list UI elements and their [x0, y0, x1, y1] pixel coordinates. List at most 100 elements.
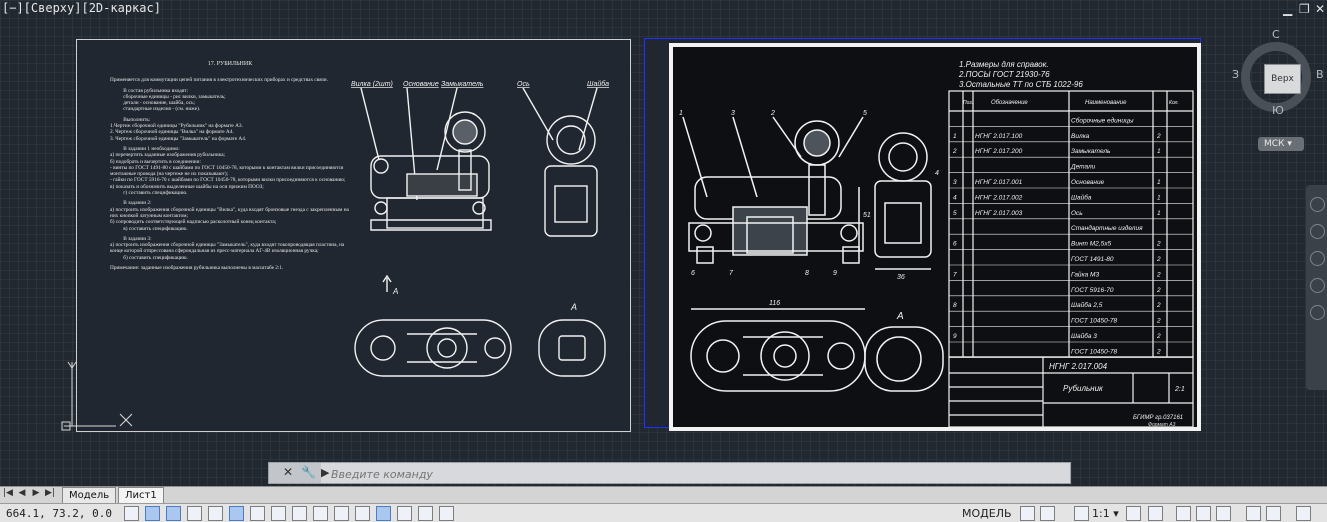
task-text-block: 17. РУБИЛЬНИК Применяется для коммутации… [110, 61, 350, 275]
quick-properties-icon[interactable] [376, 506, 391, 521]
orbit-icon[interactable] [1310, 278, 1325, 293]
selection-cycling-icon[interactable] [397, 506, 412, 521]
assembly-sheet[interactable]: 1.Размеры для справок. 2.ПОСЫ ГОСТ 21930… [644, 38, 1201, 431]
viewcube-top-face[interactable]: Верх [1264, 64, 1301, 94]
close-command-line-icon[interactable]: ✕ [283, 465, 293, 479]
annotation-visibility-icon[interactable] [1074, 506, 1089, 521]
annotation-autoscale-icon[interactable] [1126, 506, 1141, 521]
infer-constraints-icon[interactable] [124, 506, 139, 521]
transparency-icon[interactable] [355, 506, 370, 521]
spec-header-designation: Обозначение [991, 100, 1028, 106]
doc-org: БГИМР гр.037161 [1133, 415, 1183, 421]
spec-cell: 1 [1157, 194, 1161, 201]
snap-mode-icon[interactable] [145, 506, 160, 521]
spec-cell: 5 [953, 210, 957, 217]
spec-cell: 2 [1156, 241, 1161, 248]
dynamic-ucs-icon[interactable] [292, 506, 307, 521]
tab-model[interactable]: Модель [62, 487, 117, 503]
wcs-menu[interactable]: МСК ▾ [1258, 137, 1304, 151]
task-paragraph: В задании 2: а) построить изображения сб… [110, 200, 349, 232]
minimize-viewport-button[interactable]: ▁ [1283, 2, 1292, 16]
command-line[interactable]: ✕ 🔧 ▶ [268, 462, 1071, 484]
model-space-toggle[interactable]: МОДЕЛЬ [962, 507, 1012, 520]
command-input[interactable] [329, 464, 1068, 484]
customize-wrench-icon[interactable]: 🔧 [301, 465, 316, 479]
spec-cell: Винт М2,5х5 [1071, 241, 1111, 248]
callout-shaiba: Шайба [587, 80, 609, 88]
spec-cell: Шайба [1071, 193, 1092, 201]
pos-8: 8 [805, 270, 809, 277]
wcs-label: МСК [1264, 139, 1285, 149]
compass-west-label[interactable]: З [1232, 68, 1239, 81]
spec-cell: 9 [953, 333, 957, 340]
prev-tab-icon[interactable]: ◀ [16, 488, 28, 498]
callout-osnovanie: Основание [403, 81, 439, 88]
spec-cell: 4 [953, 194, 957, 201]
viewport-controls-label[interactable]: [−][Сверху][2D-каркас] [2, 1, 161, 15]
clean-screen-icon[interactable] [1296, 506, 1311, 521]
tab-sheet1[interactable]: Лист1 [118, 487, 164, 503]
customization-icon[interactable] [439, 506, 454, 521]
spec-cell: 2 [1156, 133, 1161, 140]
dynamic-input-icon[interactable] [313, 506, 328, 521]
3d-object-snap-icon[interactable] [250, 506, 265, 521]
object-snap-tracking-icon[interactable] [271, 506, 286, 521]
task-paragraph: Выполнить: 1.Чертеж сборочной единицы "Р… [110, 116, 247, 142]
showmotion-icon[interactable] [1310, 305, 1325, 320]
spec-header-pos: Поз. [963, 100, 973, 106]
polar-tracking-icon[interactable] [208, 506, 223, 521]
lock-ui-icon[interactable] [1196, 506, 1211, 521]
doc-name: Рубильник [1063, 384, 1104, 393]
spec-cell: Шайба 2,5 [1071, 301, 1103, 309]
view-a-label: A [570, 302, 577, 312]
viewcube[interactable]: Верх С Ю З В [1232, 28, 1324, 122]
format-label: Формат А3 [1148, 422, 1176, 428]
spec-cell: 2 [1156, 302, 1161, 309]
object-snap-icon[interactable] [229, 506, 244, 521]
workspace-switch-icon[interactable] [1148, 506, 1163, 521]
pos-2: 2 [770, 110, 775, 117]
lightbulb-icon[interactable] [1266, 506, 1281, 521]
spec-cell: 1 [1157, 210, 1161, 217]
callout-zamykatel: Замыкатель [441, 81, 484, 88]
dim-width: 116 [769, 300, 780, 307]
task-sheet[interactable]: 17. РУБИЛЬНИК Применяется для коммутации… [76, 39, 631, 432]
restore-viewport-button[interactable]: ❐ [1299, 2, 1310, 16]
navigation-bar[interactable] [1306, 185, 1327, 390]
view-a-arrow-label: A [392, 287, 398, 296]
pos-7: 7 [729, 270, 734, 277]
spec-rows: Сборочные единицы 1 НГНГ 2.017.100 Вилка 2 2 Н… [949, 116, 1193, 358]
dim-height: 51 [863, 212, 871, 219]
close-viewport-button[interactable]: ✕ [1315, 2, 1325, 16]
spec-cell: НГНГ 2.017.200 [975, 148, 1023, 155]
workspace-gear-icon[interactable] [1176, 506, 1191, 521]
spec-cell: 2 [1156, 318, 1161, 325]
hardware-acceleration-icon[interactable] [1246, 506, 1261, 521]
pos-6: 6 [691, 270, 695, 277]
grid-toggle-icon[interactable] [1020, 506, 1035, 521]
zoom-icon[interactable] [1310, 251, 1325, 266]
compass-south-label[interactable]: Ю [1272, 104, 1284, 117]
next-tab-icon[interactable]: ▶ [30, 488, 42, 498]
note-3: 3.Остальные ТТ по СТБ 1022-96 [959, 80, 1083, 89]
grid-display-icon[interactable] [166, 506, 181, 521]
isolate-objects-icon[interactable] [1216, 506, 1231, 521]
annotation-scale-dropdown[interactable]: 1:1 ▾ [1092, 507, 1119, 520]
lineweight-icon[interactable] [334, 506, 349, 521]
pan-icon[interactable] [1310, 224, 1325, 239]
spec-cell: 2 [1156, 271, 1161, 278]
steering-wheel-icon[interactable] [1310, 197, 1325, 212]
first-tab-icon[interactable]: |◀ [2, 488, 14, 498]
compass-east-label[interactable]: В [1316, 68, 1324, 81]
annotation-monitor-icon[interactable] [418, 506, 433, 521]
drawing-frame: 1.Размеры для справок. 2.ПОСЫ ГОСТ 21930… [669, 43, 1201, 431]
last-tab-icon[interactable]: ▶| [44, 488, 56, 498]
ortho-mode-icon[interactable] [187, 506, 202, 521]
task-title: 17. РУБИЛЬНИК [207, 61, 253, 67]
snap-toggle-icon[interactable] [1040, 506, 1055, 521]
drawing-canvas[interactable]: [−][Сверху][2D-каркас] ▁ ❐ ✕ 17. РУБИЛЬН… [0, 0, 1327, 486]
compass-north-label[interactable]: С [1272, 28, 1280, 41]
spec-cell: 6 [953, 241, 957, 248]
spec-cell: НГНГ 2.017.002 [975, 194, 1023, 201]
spec-cell: Гайка М3 [1071, 270, 1099, 278]
